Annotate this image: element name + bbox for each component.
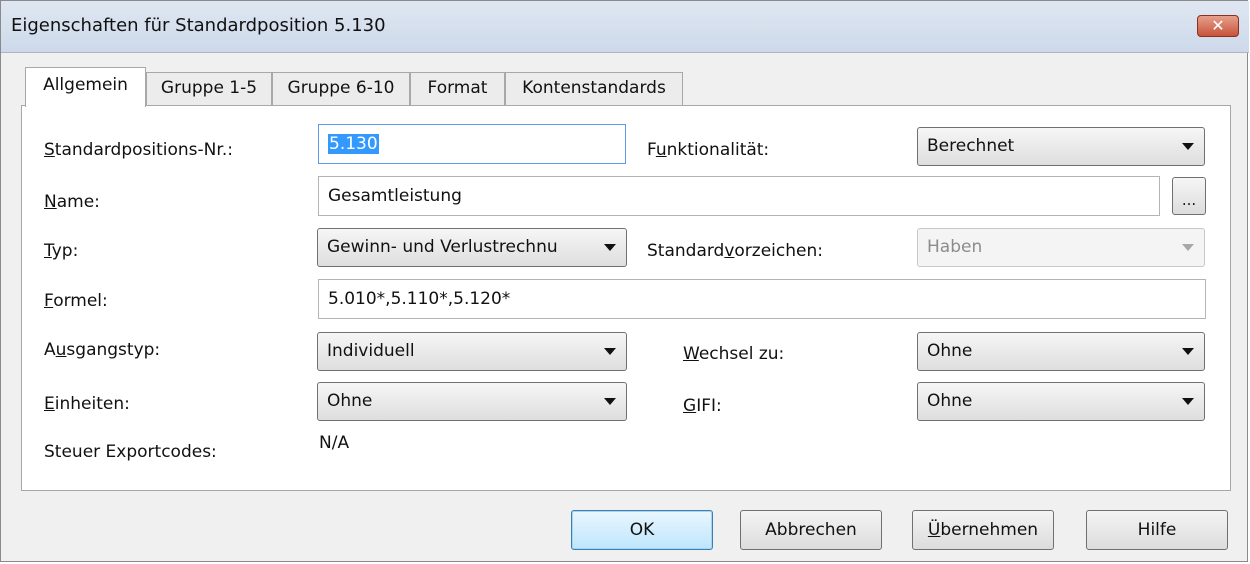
chevron-down-icon — [1182, 143, 1194, 150]
funktionalitaet-dropdown[interactable]: Berechnet — [917, 127, 1205, 166]
formel-value: 5.010*,5.110*,5.120* — [328, 289, 511, 309]
funktionalitaet-label: Funktionalität: — [647, 140, 770, 160]
tab-label: Gruppe 1-5 — [160, 78, 258, 98]
standard-nr-input[interactable]: 5.130 — [318, 124, 626, 164]
tab-label: Format — [427, 78, 488, 98]
standard-nr-value: 5.130 — [328, 134, 379, 154]
chevron-down-icon — [604, 398, 616, 405]
einheiten-label: Einheiten: — [44, 394, 130, 414]
name-browse-button[interactable]: ... — [1172, 177, 1206, 215]
ausgangstyp-label: Ausgangstyp: — [44, 340, 161, 360]
typ-value: Gewinn- und Verlustrechnu — [327, 237, 558, 257]
properties-dialog: Eigenschaften für Standardposition 5.130… — [0, 0, 1249, 562]
standardvorzeichen-value: Haben — [927, 237, 983, 257]
standard-nr-label: Standardpositions-Nr.: — [44, 140, 233, 160]
gifi-dropdown[interactable]: Ohne — [917, 382, 1205, 421]
ausgangstyp-dropdown[interactable]: Individuell — [317, 332, 627, 371]
uebernehmen-button-label: Übernehmen — [927, 520, 1039, 540]
tab-gruppe-1-5[interactable]: Gruppe 1-5 — [146, 72, 272, 105]
close-icon: ✕ — [1211, 16, 1225, 35]
tab-gruppe-6-10[interactable]: Gruppe 6-10 — [272, 72, 410, 105]
hilfe-button-label: Hilfe — [1137, 520, 1177, 540]
ellipsis-icon: ... — [1181, 191, 1197, 209]
chevron-down-icon — [604, 244, 616, 251]
chevron-down-icon — [1182, 348, 1194, 355]
wechsel-zu-value: Ohne — [927, 341, 973, 361]
wechsel-zu-label: Wechsel zu: — [683, 344, 785, 364]
chevron-down-icon — [1182, 244, 1194, 251]
einheiten-value: Ohne — [327, 391, 373, 411]
steuer-exportcodes-value: N/A — [319, 433, 350, 453]
tab-allgemein[interactable]: Allgemein — [25, 67, 146, 107]
typ-dropdown[interactable]: Gewinn- und Verlustrechnu — [317, 228, 627, 267]
standardvorzeichen-label: Standardvorzeichen: — [647, 241, 823, 261]
chevron-down-icon — [604, 348, 616, 355]
formel-input[interactable]: 5.010*,5.110*,5.120* — [318, 279, 1206, 319]
ausgangstyp-value: Individuell — [327, 341, 415, 361]
wechsel-zu-dropdown[interactable]: Ohne — [917, 332, 1205, 371]
uebernehmen-button[interactable]: Übernehmen — [912, 510, 1054, 550]
einheiten-dropdown[interactable]: Ohne — [317, 382, 627, 421]
tab-label: Allgemein — [43, 75, 128, 95]
formel-label: Formel: — [44, 291, 108, 311]
abbrechen-button[interactable]: Abbrechen — [740, 510, 882, 550]
typ-label: Typ: — [44, 241, 79, 261]
tab-label: Gruppe 6-10 — [287, 78, 395, 98]
tab-kontenstandards[interactable]: Kontenstandards — [505, 72, 683, 105]
chevron-down-icon — [1182, 398, 1194, 405]
standardvorzeichen-dropdown: Haben — [917, 228, 1205, 267]
steuer-exportcodes-label: Steuer Exportcodes: — [44, 442, 217, 462]
funktionalitaet-value: Berechnet — [927, 136, 1015, 156]
hilfe-button[interactable]: Hilfe — [1086, 510, 1228, 550]
gifi-value: Ohne — [927, 391, 973, 411]
name-label: Name: — [44, 192, 100, 212]
close-button[interactable]: ✕ — [1197, 15, 1239, 37]
tab-format[interactable]: Format — [410, 72, 505, 105]
name-input[interactable]: Gesamtleistung — [318, 176, 1160, 216]
window-title: Eigenschaften für Standardposition 5.130 — [11, 15, 386, 36]
ok-button-label: OK — [629, 520, 655, 540]
name-value: Gesamtleistung — [328, 186, 462, 206]
abbrechen-button-label: Abbrechen — [765, 520, 857, 540]
title-bar[interactable]: Eigenschaften für Standardposition 5.130… — [1, 1, 1249, 53]
tab-panel-allgemein: Standardpositions-Nr.: 5.130 Funktionali… — [21, 105, 1231, 491]
ok-button[interactable]: OK — [571, 510, 713, 550]
tab-label: Kontenstandards — [522, 78, 666, 98]
gifi-label: GIFI: — [683, 396, 722, 416]
